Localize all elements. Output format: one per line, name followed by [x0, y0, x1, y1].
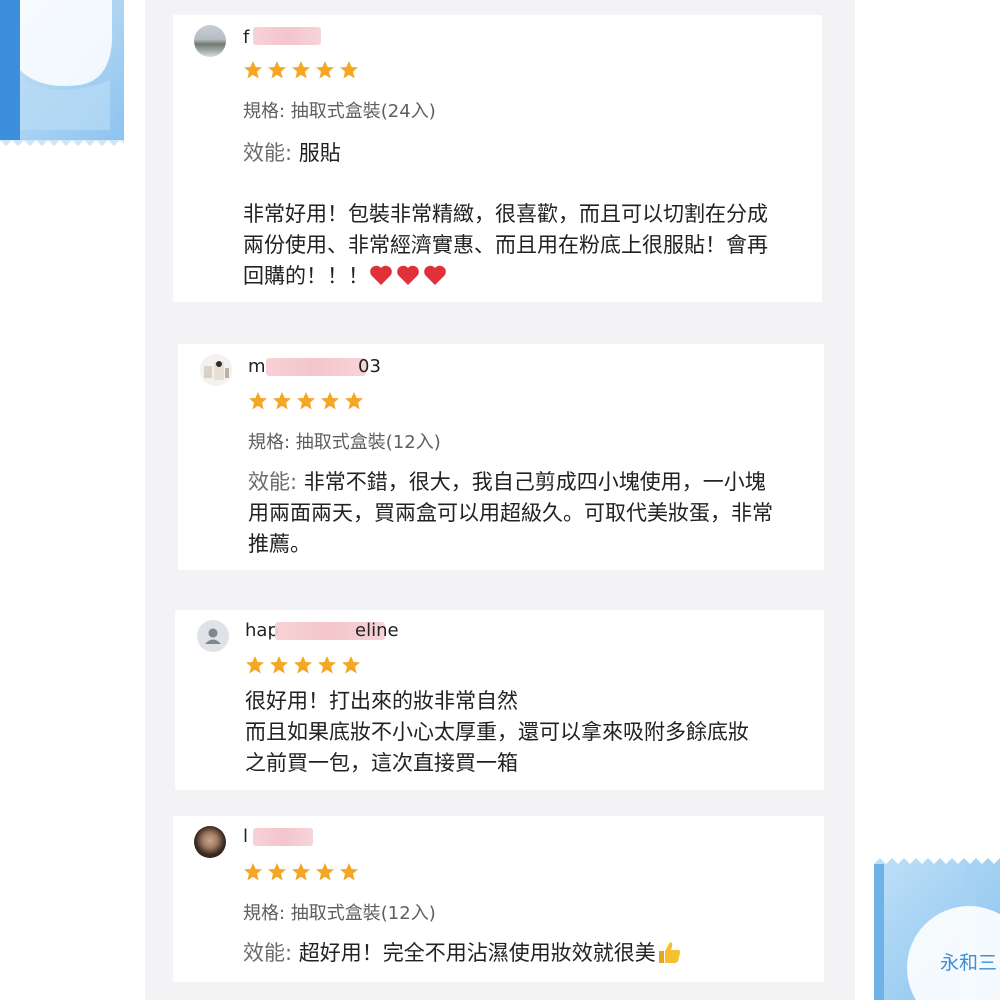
review-text-line: 之前買一包，這次直接買一箱: [245, 751, 518, 775]
product-brand-text: 永和三: [940, 952, 998, 974]
star-icon: [268, 863, 286, 881]
product-package-image: [0, 0, 124, 146]
star-rating: [243, 60, 359, 80]
username[interactable]: f: [243, 27, 249, 48]
redacted-username: [266, 358, 366, 376]
product-spec: 規格: 抽取式盒裝(12入): [248, 432, 441, 453]
review-card: f 規格: 抽取式盒裝(24入) 效能: 服貼 非常好用！包裝非常精緻，很喜歡，…: [173, 15, 822, 302]
star-icon: [292, 61, 310, 79]
star-icon: [340, 61, 358, 79]
review-text-line: 推薦。: [248, 532, 311, 556]
review-text-line: 而且如果底妝不小心太厚重，還可以拿來吸附多餘底妝: [245, 720, 749, 744]
efficacy-value: 服貼: [298, 141, 341, 165]
review-text-line: 非常好用！包裝非常精緻，很喜歡，而且可以切割在分成: [243, 202, 768, 226]
review-text-line: 兩份使用、非常經濟實惠、而且用在粉底上很服貼！會再: [243, 233, 768, 257]
review-card: m 03 規格: 抽取式盒裝(12入) 效能: 非常不錯，很大，我自己剪成四小塊…: [178, 344, 824, 570]
star-icon: [318, 656, 336, 674]
star-icon: [246, 656, 264, 674]
review-card: hap eline 很好用！打出來的妝非常自然 而且如果底妝不小心太厚重，還可以…: [175, 610, 824, 790]
username-suffix[interactable]: eline: [355, 620, 399, 641]
star-icon: [292, 863, 310, 881]
star-icon: [345, 392, 363, 410]
review-feed: f 規格: 抽取式盒裝(24入) 效能: 服貼 非常好用！包裝非常精緻，很喜歡，…: [145, 0, 855, 1000]
star-icon: [273, 392, 291, 410]
redacted-username: [253, 27, 321, 45]
review-text-line: 回購的！！！: [243, 261, 768, 292]
review-text: 很好用！打出來的妝非常自然 而且如果底妝不小心太厚重，還可以拿來吸附多餘底妝 之…: [245, 686, 749, 779]
star-icon: [294, 656, 312, 674]
star-icon: [342, 656, 360, 674]
review-text-line: 很好用！打出來的妝非常自然: [245, 689, 518, 713]
star-icon: [321, 392, 339, 410]
product-package-image: [874, 858, 1000, 1000]
avatar-image: [200, 354, 232, 386]
star-icon: [316, 863, 334, 881]
efficacy-line: 效能: 服貼: [243, 138, 341, 169]
username-prefix[interactable]: hap: [245, 620, 279, 641]
username-suffix[interactable]: 03: [358, 356, 381, 377]
star-rating: [243, 862, 359, 882]
efficacy-line: 效能: 超好用！完全不用沾濕使用妝效就很美: [243, 938, 682, 969]
default-avatar-icon: [205, 628, 221, 644]
user-avatar[interactable]: [194, 826, 226, 858]
review-text: 非常好用！包裝非常精緻，很喜歡，而且可以切割在分成 兩份使用、非常經濟實惠、而且…: [243, 199, 768, 292]
review-text: 效能: 非常不錯，很大，我自己剪成四小塊使用，一小塊 用兩面兩天，買兩盒可以用超…: [248, 467, 773, 560]
star-icon: [268, 61, 286, 79]
thumbs-up-icon: [658, 942, 681, 963]
heart-icon: [424, 265, 446, 285]
review-card: l 規格: 抽取式盒裝(12入) 效能: 超好用！完全不用沾濕使用妝效就很美: [173, 816, 824, 982]
product-spec: 規格: 抽取式盒裝(12入): [243, 903, 436, 924]
product-spec: 規格: 抽取式盒裝(24入): [243, 101, 436, 122]
star-icon: [316, 61, 334, 79]
star-icon: [249, 392, 267, 410]
heart-icon: [370, 265, 392, 285]
star-icon: [244, 863, 262, 881]
efficacy-label: 效能:: [243, 941, 293, 965]
user-avatar[interactable]: [194, 25, 226, 57]
star-icon: [297, 392, 315, 410]
review-text-line: 用兩面兩天，買兩盒可以用超級久。可取代美妝蛋，非常: [248, 501, 773, 525]
star-rating: [245, 655, 361, 675]
star-icon: [244, 61, 262, 79]
user-avatar[interactable]: [200, 354, 232, 386]
username[interactable]: l: [243, 826, 248, 847]
efficacy-value: 超好用！完全不用沾濕使用妝效就很美: [298, 941, 656, 965]
heart-icon: [397, 265, 419, 285]
efficacy-label: 效能:: [248, 470, 298, 494]
username-prefix[interactable]: m: [248, 356, 266, 377]
efficacy-label: 效能:: [243, 141, 293, 165]
review-text-line: 效能: 非常不錯，很大，我自己剪成四小塊使用，一小塊: [248, 470, 766, 494]
star-icon: [340, 863, 358, 881]
star-icon: [270, 656, 288, 674]
star-rating: [248, 391, 364, 411]
user-avatar[interactable]: [197, 620, 229, 652]
redacted-username: [253, 828, 313, 846]
